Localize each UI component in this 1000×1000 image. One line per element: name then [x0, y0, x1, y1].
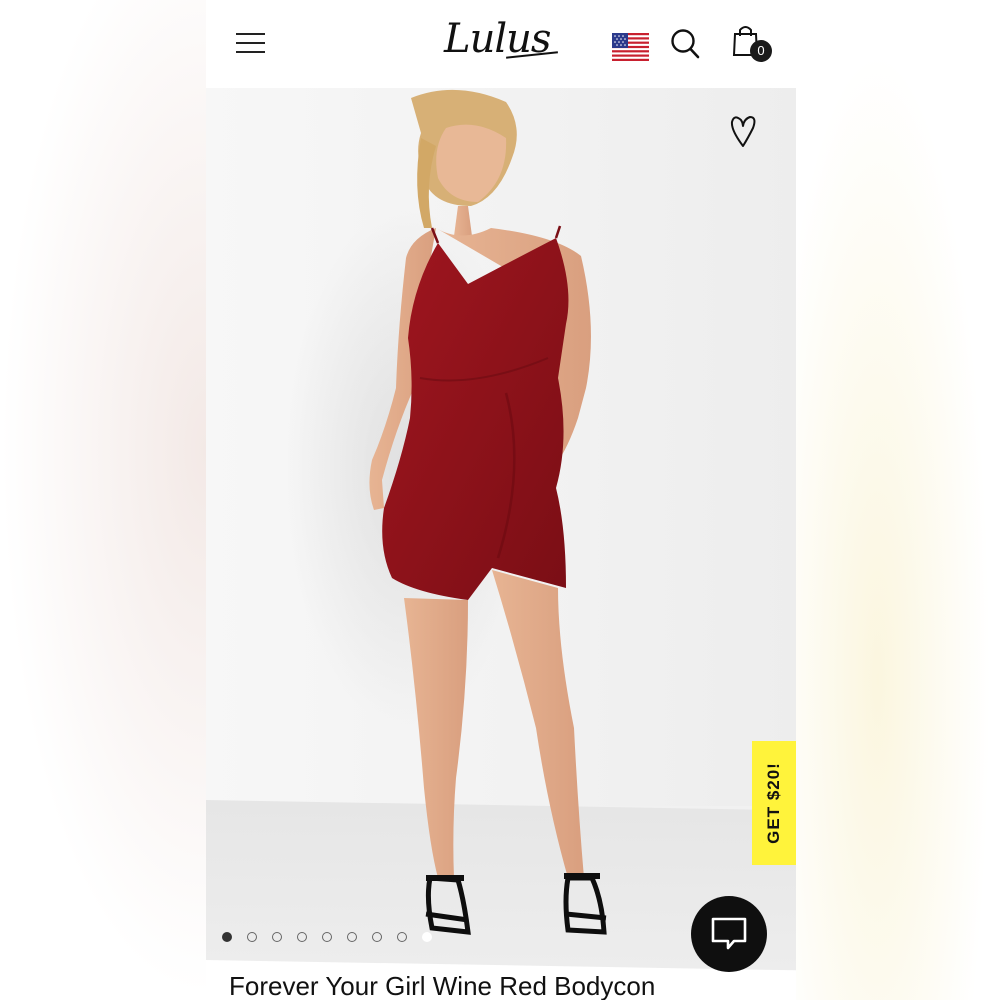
hamburger-menu-icon[interactable]	[236, 30, 266, 56]
mobile-page: Lulus 0 GET $20! Forever Your Girl Wine …	[206, 0, 796, 1000]
left-backdrop	[0, 0, 206, 1000]
gallery-dot[interactable]	[347, 932, 357, 942]
right-backdrop	[796, 0, 1000, 1000]
gallery-dot[interactable]	[422, 932, 432, 942]
promo-tab[interactable]: GET $20!	[752, 741, 796, 865]
gallery-pagination	[222, 932, 432, 946]
gallery-dot[interactable]	[222, 932, 232, 942]
product-photo	[286, 89, 607, 935]
gallery-dot[interactable]	[272, 932, 282, 942]
gallery-dot[interactable]	[297, 932, 307, 942]
gallery-dot[interactable]	[397, 932, 407, 942]
site-header: Lulus 0	[206, 0, 796, 88]
chat-button[interactable]	[691, 896, 767, 972]
gallery-dot[interactable]	[372, 932, 382, 942]
chat-bubble-icon	[711, 917, 747, 950]
lulus-logo[interactable]: Lulus	[444, 12, 560, 66]
search-icon[interactable]	[670, 28, 700, 60]
promo-label: GET $20!	[764, 762, 783, 844]
gallery-dot[interactable]	[247, 932, 257, 942]
bag-count-badge: 0	[750, 40, 772, 62]
product-title: Forever Your Girl Wine Red Bodycon	[229, 971, 656, 1000]
gallery-dot[interactable]	[322, 932, 332, 942]
shopping-bag-button[interactable]: 0	[732, 24, 776, 64]
product-image-gallery[interactable]	[206, 88, 796, 971]
us-flag-icon[interactable]	[612, 33, 649, 61]
heart-icon[interactable]	[728, 114, 758, 148]
